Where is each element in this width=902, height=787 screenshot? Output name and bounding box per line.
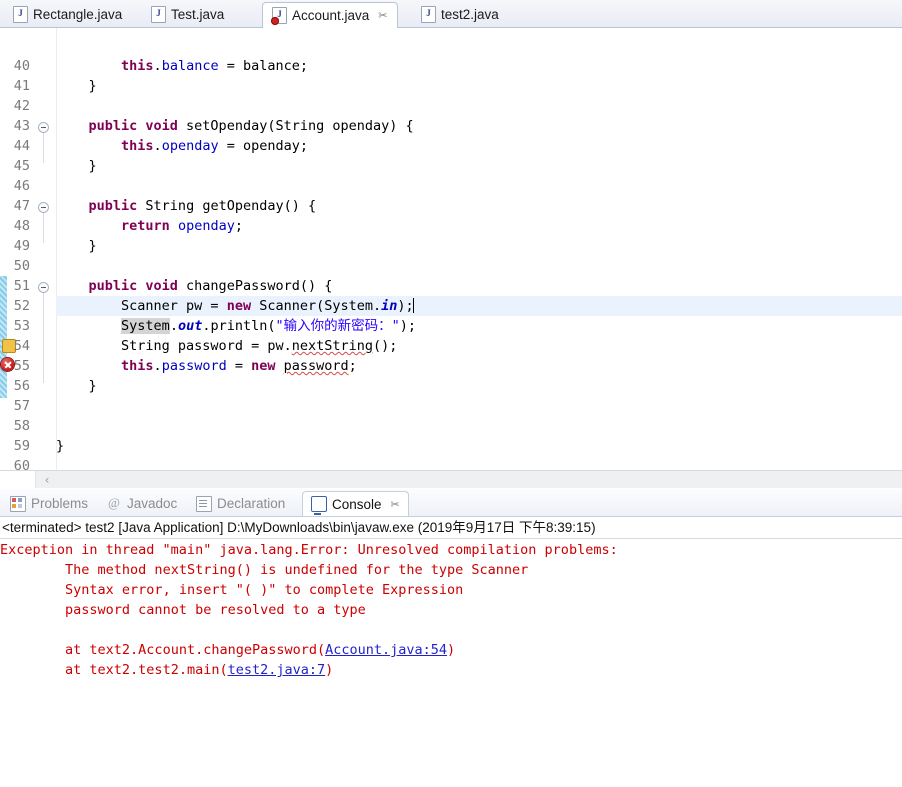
view-tab-label: Console	[332, 496, 382, 512]
line-number: 60	[13, 458, 30, 470]
editor-tab-label: Rectangle.java	[33, 6, 123, 22]
editor-tab-test[interactable]: Test.java	[142, 1, 233, 27]
code-line-48[interactable]: return openday;	[56, 216, 243, 236]
declaration-icon	[196, 495, 212, 512]
line-number: 51	[13, 278, 30, 294]
console-output[interactable]: Exception in thread "main" java.lang.Err…	[0, 540, 902, 787]
tab-declaration[interactable]: Declaration	[188, 491, 293, 516]
code-line-56[interactable]: }	[56, 376, 97, 396]
java-file-icon	[13, 5, 28, 23]
stack-trace-link[interactable]: test2.java:7	[228, 662, 326, 678]
code-line-40[interactable]: this.balance = balance;	[56, 56, 308, 76]
console-stack-tail: )	[447, 642, 456, 658]
fold-range-line	[43, 133, 44, 163]
editor-tab-label: Account.java	[292, 8, 370, 23]
code-line-44[interactable]: this.openday = openday;	[56, 136, 308, 156]
view-tab-label: Declaration	[217, 496, 286, 511]
close-icon[interactable]: ✂	[378, 9, 387, 22]
problems-icon	[10, 495, 26, 512]
code-area[interactable]: this.balance = balance; } public void se…	[56, 28, 902, 470]
tab-console[interactable]: Console ✂	[302, 491, 409, 516]
line-number: 47	[13, 198, 30, 214]
text-caret	[412, 298, 414, 313]
console-stack-tail: )	[325, 662, 334, 678]
view-tab-label: Problems	[31, 496, 89, 511]
java-file-icon	[151, 5, 166, 23]
code-line-41[interactable]: }	[56, 76, 97, 96]
java-file-icon	[421, 5, 436, 23]
code-line-43[interactable]: public void setOpenday(String openday) {	[56, 116, 414, 136]
code-line-45[interactable]: }	[56, 156, 97, 176]
view-tab-label: Javadoc	[127, 496, 178, 511]
console-line: The method nextString() is undefined for…	[0, 562, 529, 578]
console-icon	[311, 496, 327, 515]
editor-tab-rectangle[interactable]: Rectangle.java	[4, 1, 131, 27]
fold-toggle-icon[interactable]	[38, 122, 49, 133]
line-number: 57	[13, 398, 30, 414]
line-number: 55	[13, 358, 30, 374]
chevron-left-icon[interactable]: ‹	[40, 473, 54, 487]
line-number: 54	[13, 338, 30, 354]
code-line-49[interactable]: }	[56, 236, 97, 256]
code-line-52[interactable]: Scanner pw = new Scanner(System.in);	[56, 296, 414, 316]
console-stack-line: at text2.Account.changePassword(Account.…	[0, 640, 455, 660]
line-number: 42	[13, 98, 30, 114]
console-stack-text: at text2.Account.changePassword(	[0, 642, 326, 658]
line-number: 45	[13, 158, 30, 174]
line-number: 44	[13, 138, 30, 154]
line-number: 49	[13, 238, 30, 254]
code-line-59[interactable]: }	[56, 436, 64, 456]
fold-range-line	[43, 213, 44, 243]
code-line-54[interactable]: String password = pw.nextString();	[56, 336, 397, 356]
code-line-47[interactable]: public String getOpenday() {	[56, 196, 317, 216]
code-line-53[interactable]: System.out.println("输入你的新密码：");	[56, 316, 416, 336]
code-line-55[interactable]: this.password = new password;	[56, 356, 357, 376]
line-number: 50	[13, 258, 30, 274]
console-process-header: <terminated> test2 [Java Application] D:…	[0, 517, 902, 539]
close-icon[interactable]: ✂	[391, 498, 400, 511]
eclipse-ide-window: Rectangle.java Test.java Account.java ✂ …	[0, 0, 902, 787]
source-editor[interactable]: 40 41 42 43 44 45 46 47 48 49 50 51 52 5…	[0, 28, 902, 470]
editor-tab-label: test2.java	[441, 6, 499, 22]
line-number: 43	[13, 118, 30, 134]
line-number: 48	[13, 218, 30, 234]
java-file-error-icon	[271, 7, 287, 25]
fold-toggle-icon[interactable]	[38, 282, 49, 293]
editor-tab-account[interactable]: Account.java ✂	[262, 2, 398, 28]
editor-tab-test2[interactable]: test2.java	[412, 1, 508, 27]
console-line: Syntax error, insert "( )" to complete E…	[0, 582, 464, 598]
line-number: 56	[13, 378, 30, 394]
console-view[interactable]: <terminated> test2 [Java Application] D:…	[0, 517, 902, 787]
line-number: 52	[13, 298, 30, 314]
console-stack-line: at text2.test2.main(test2.java:7)	[0, 660, 333, 680]
folding-gutter[interactable]	[36, 28, 57, 470]
console-stack-text: at text2.test2.main(	[0, 662, 228, 678]
fold-range-line	[43, 293, 44, 383]
line-number: 41	[13, 78, 30, 94]
line-number: 58	[13, 418, 30, 434]
scrollbar-track[interactable]	[36, 471, 902, 488]
scrollbar-left-cap	[0, 471, 36, 488]
editor-tab-bar: Rectangle.java Test.java Account.java ✂ …	[0, 0, 902, 28]
line-number: 40	[13, 58, 30, 74]
line-number: 59	[13, 438, 30, 454]
tab-javadoc[interactable]: Javadoc	[100, 491, 185, 516]
console-line: Exception in thread "main" java.lang.Err…	[0, 542, 626, 558]
console-line: password cannot be resolved to a type	[0, 602, 366, 618]
editor-tab-label: Test.java	[171, 6, 225, 22]
line-number: 46	[13, 178, 30, 194]
fold-toggle-icon[interactable]	[38, 202, 49, 213]
javadoc-icon	[108, 495, 122, 511]
stack-trace-link[interactable]: Account.java:54	[325, 642, 447, 658]
code-line-51[interactable]: public void changePassword() {	[56, 276, 333, 296]
editor-horizontal-scrollbar[interactable]: ‹	[0, 470, 902, 488]
line-number: 53	[13, 318, 30, 334]
tab-problems[interactable]: Problems	[2, 491, 96, 516]
view-tab-bar: Problems Javadoc Declaration Console ✂	[0, 489, 902, 517]
